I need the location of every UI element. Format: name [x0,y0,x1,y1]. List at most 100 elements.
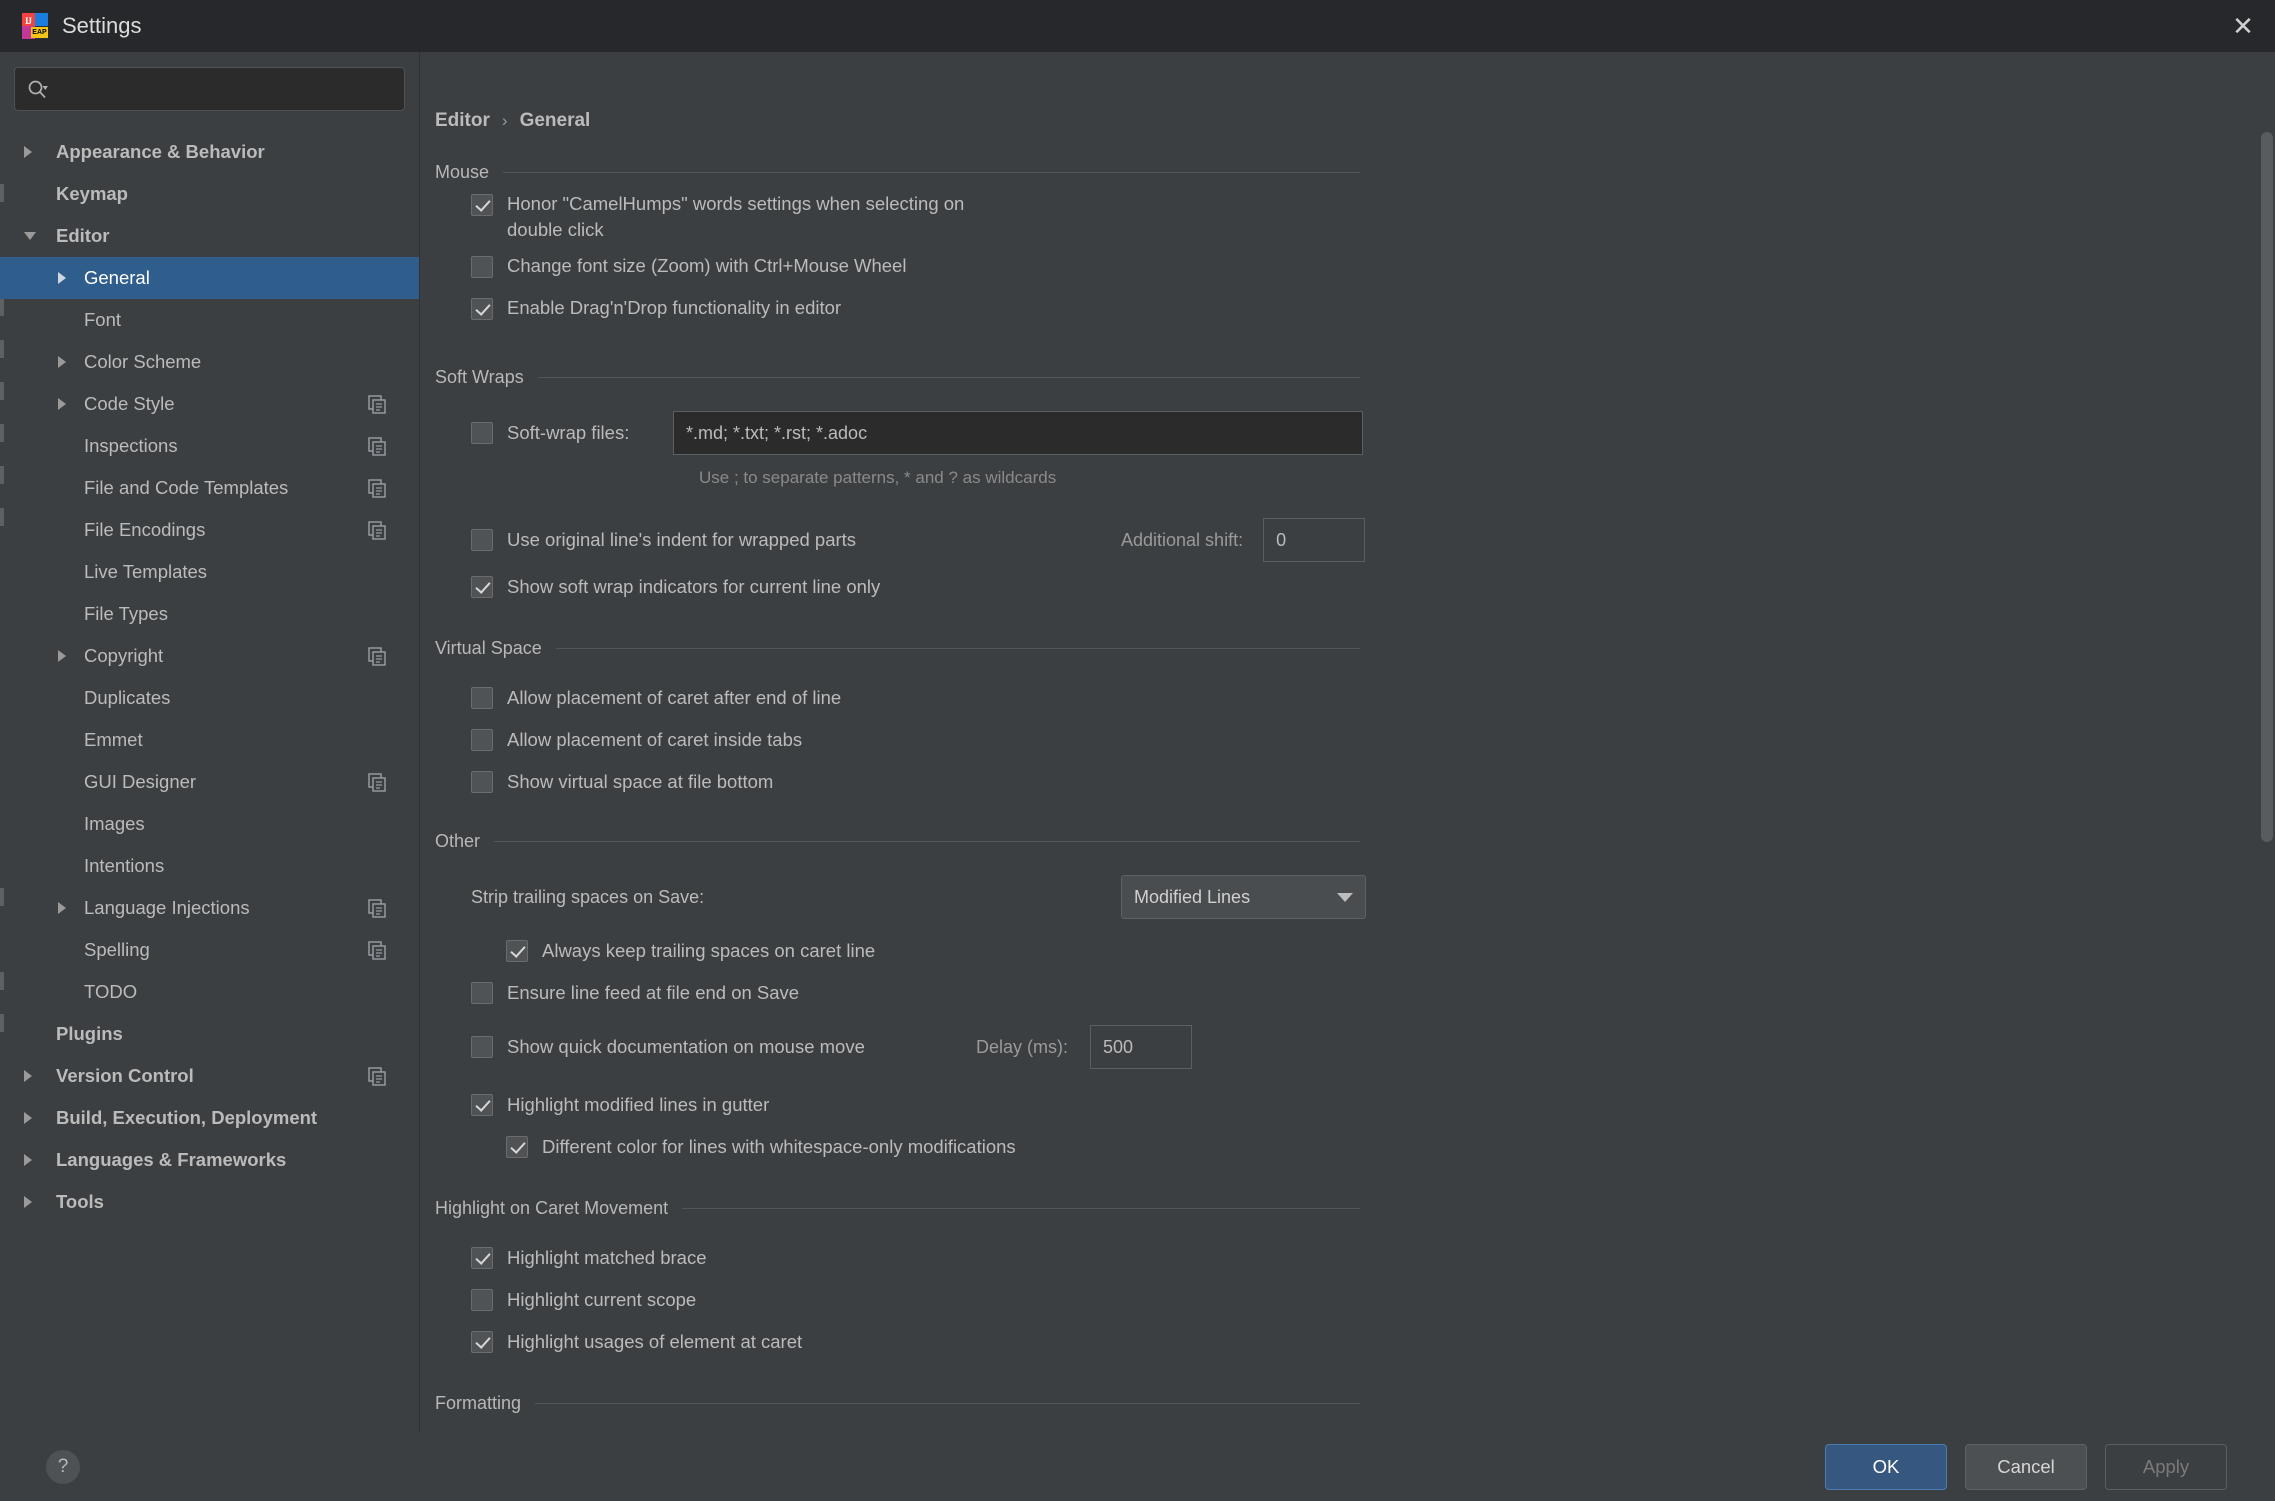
cancel-button[interactable]: Cancel [1965,1444,2087,1490]
sidebar-item-label: Spelling [84,939,150,961]
sidebar-item-label: General [84,267,150,289]
breadcrumb-root[interactable]: Editor [435,110,490,132]
checkbox-row-vspace-at-bottom[interactable]: Show virtual space at file bottom [471,761,2275,803]
checkbox-caret-after-eol[interactable] [471,687,493,709]
sidebar-item-duplicates[interactable]: Duplicates [0,677,419,719]
checkbox-soft-wrap-files[interactable] [471,422,493,444]
sidebar-item-code-style[interactable]: Code Style [0,383,419,425]
sidebar-item-build-execution-deployment[interactable]: Build, Execution, Deployment [0,1097,419,1139]
checkbox-vspace-at-bottom[interactable] [471,771,493,793]
checkbox-change-font-size[interactable] [471,256,493,278]
checkbox-row-show-indicators[interactable]: Show soft wrap indicators for current li… [471,566,2275,608]
checkbox-highlight-modified-lines[interactable] [471,1094,493,1116]
checkbox-row-caret-inside-tabs[interactable]: Allow placement of caret inside tabs [471,719,2275,761]
chevron-right-icon[interactable] [58,902,66,914]
chevron-right-icon[interactable] [24,146,32,158]
checkbox-row-matched-brace[interactable]: Highlight matched brace [471,1237,2275,1279]
copy-settings-icon[interactable] [368,1067,387,1086]
sidebar-item-emmet[interactable]: Emmet [0,719,419,761]
close-icon[interactable]: ✕ [2211,0,2275,52]
sidebar-item-intentions[interactable]: Intentions [0,845,419,887]
sidebar-item-file-and-code-templates[interactable]: File and Code Templates [0,467,419,509]
sidebar-item-spelling[interactable]: Spelling [0,929,419,971]
checkbox-row-ensure-line-feed[interactable]: Ensure line feed at file end on Save [471,972,2275,1014]
copy-settings-icon[interactable] [368,941,387,960]
checkbox-show-soft-wrap-indicators[interactable] [471,576,493,598]
ok-button[interactable]: OK [1825,1444,1947,1490]
sidebar-item-editor[interactable]: Editor [0,215,419,257]
sidebar-item-copyright[interactable]: Copyright [0,635,419,677]
settings-tree[interactable]: Appearance & BehaviorKeymapEditor General… [0,131,419,1223]
additional-shift-label: Additional shift: [1121,530,1243,551]
sidebar-item-todo[interactable]: TODO [0,971,419,1013]
chevron-right-icon[interactable] [58,272,66,284]
checkbox-row-keep-trailing-caret[interactable]: Always keep trailing spaces on caret lin… [506,930,2275,972]
checkbox-highlight-current-scope[interactable] [471,1289,493,1311]
chevron-right-icon[interactable] [24,1112,32,1124]
strip-trailing-row: Strip trailing spaces on Save: Modified … [471,874,2275,920]
sidebar-item-live-templates[interactable]: Live Templates [0,551,419,593]
checkbox-drag-n-drop[interactable] [471,298,493,320]
checkbox-row-quick-doc[interactable]: Show quick documentation on mouse move [471,1024,976,1070]
copy-settings-icon[interactable] [368,647,387,666]
copy-settings-icon[interactable] [368,521,387,540]
strip-trailing-dropdown[interactable]: Modified Lines [1121,875,1366,919]
copy-settings-icon[interactable] [368,437,387,456]
content-scrollbar[interactable] [2261,132,2273,842]
copy-settings-icon[interactable] [368,773,387,792]
delay-input[interactable] [1090,1025,1192,1069]
sidebar-item-color-scheme[interactable]: Color Scheme [0,341,419,383]
chevron-down-icon[interactable] [24,232,36,240]
checkbox-row-drag-n-drop[interactable]: Enable Drag'n'Drop functionality in edit… [471,295,2275,337]
sidebar-item-keymap[interactable]: Keymap [0,173,419,215]
chevron-right-icon[interactable] [24,1070,32,1082]
search-input[interactable] [56,79,392,99]
soft-wrap-files-input[interactable] [673,411,1363,455]
sidebar-item-inspections[interactable]: Inspections [0,425,419,467]
sidebar-item-images[interactable]: Images [0,803,419,845]
apply-button[interactable]: Apply [2105,1444,2227,1490]
checkbox-row-usages-at-caret[interactable]: Highlight usages of element at caret [471,1321,2275,1363]
scrollbar-thumb[interactable] [2261,132,2273,842]
copy-settings-icon[interactable] [368,899,387,918]
checkbox-row-change-font-size[interactable]: Change font size (Zoom) with Ctrl+Mouse … [471,253,2275,295]
sidebar-item-version-control[interactable]: Version Control [0,1055,419,1097]
sidebar-item-appearance-behavior[interactable]: Appearance & Behavior [0,131,419,173]
checkbox-row-caret-after-eol[interactable]: Allow placement of caret after end of li… [471,677,2275,719]
search-box[interactable] [14,67,405,111]
additional-shift-input[interactable] [1263,518,1365,562]
sidebar-item-tools[interactable]: Tools [0,1181,419,1223]
checkbox-row-highlight-modified[interactable]: Highlight modified lines in gutter [471,1084,2275,1126]
checkbox-ensure-line-feed[interactable] [471,982,493,1004]
checkbox-highlight-matched-brace[interactable] [471,1247,493,1269]
sidebar-item-language-injections[interactable]: Language Injections [0,887,419,929]
copy-settings-icon[interactable] [368,479,387,498]
sidebar-item-font[interactable]: Font [0,299,419,341]
checkbox-keep-trailing-caret[interactable] [506,940,528,962]
sidebar-item-gui-designer[interactable]: GUI Designer [0,761,419,803]
chevron-right-icon[interactable] [58,356,66,368]
checkbox-quick-doc[interactable] [471,1036,493,1058]
checkbox-honor-camelhumps[interactable] [471,194,493,216]
chevron-right-icon[interactable] [58,650,66,662]
checkbox-row-current-scope[interactable]: Highlight current scope [471,1279,2275,1321]
sidebar-item-file-encodings[interactable]: File Encodings [0,509,419,551]
sidebar-item-file-types[interactable]: File Types [0,593,419,635]
checkbox-row-use-original-indent[interactable]: Use original line's indent for wrapped p… [471,519,1121,561]
sidebar-item-general[interactable]: General [0,257,419,299]
copy-settings-icon[interactable] [368,395,387,414]
section-title: Mouse [435,162,489,183]
checkbox-row-honor-camelhumps[interactable]: Honor "CamelHumps" words settings when s… [471,191,2275,253]
chevron-right-icon[interactable] [24,1196,32,1208]
chevron-right-icon[interactable] [58,398,66,410]
checkbox-row-different-color-ws[interactable]: Different color for lines with whitespac… [506,1126,2275,1168]
checkbox-caret-inside-tabs[interactable] [471,729,493,751]
checkbox-use-original-indent[interactable] [471,529,493,551]
checkbox-row-soft-wrap-files[interactable]: Soft-wrap files: [471,410,2275,456]
sidebar-item-languages-frameworks[interactable]: Languages & Frameworks [0,1139,419,1181]
help-button[interactable]: ? [46,1450,80,1484]
chevron-right-icon[interactable] [24,1154,32,1166]
sidebar-item-plugins[interactable]: Plugins [0,1013,419,1055]
checkbox-different-color-whitespace[interactable] [506,1136,528,1158]
checkbox-highlight-usages-at-caret[interactable] [471,1331,493,1353]
